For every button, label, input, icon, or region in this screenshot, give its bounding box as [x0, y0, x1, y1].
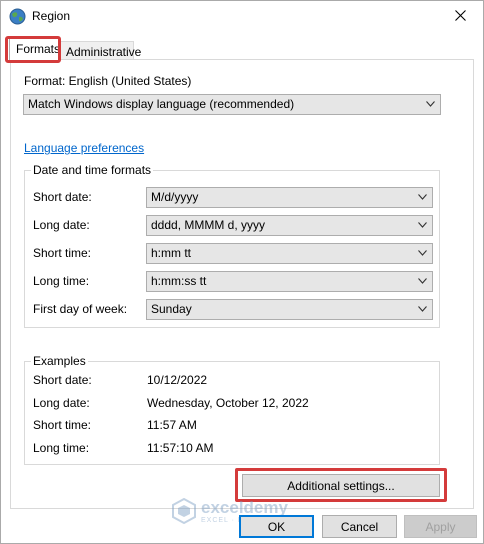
- format-dropdown-value: Match Windows display language (recommen…: [28, 97, 295, 111]
- globe-icon: [9, 8, 26, 25]
- long-time-value: h:mm:ss tt: [151, 274, 207, 288]
- apply-button[interactable]: Apply: [404, 515, 477, 538]
- format-dropdown[interactable]: Match Windows display language (recommen…: [23, 94, 441, 115]
- cancel-label: Cancel: [340, 520, 379, 534]
- long-date-dropdown[interactable]: dddd, MMMM d, yyyy: [146, 215, 433, 236]
- ok-button[interactable]: OK: [239, 515, 314, 538]
- short-time-dropdown[interactable]: h:mm tt: [146, 243, 433, 264]
- close-button[interactable]: [439, 1, 483, 31]
- apply-label: Apply: [425, 520, 456, 534]
- example-long-time-value: 11:57:10 AM: [147, 441, 214, 455]
- short-date-value: M/d/yyyy: [151, 190, 199, 204]
- example-short-date-label: Short date:: [33, 373, 92, 387]
- cancel-button[interactable]: Cancel: [322, 515, 397, 538]
- long-date-value: dddd, MMMM d, yyyy: [151, 218, 266, 232]
- chevron-down-icon: [418, 250, 427, 256]
- chevron-down-icon: [426, 101, 435, 107]
- short-time-label: Short time:: [33, 246, 92, 260]
- example-short-time-label: Short time:: [33, 418, 92, 432]
- window-title: Region: [32, 9, 71, 23]
- additional-settings-label: Additional settings...: [287, 479, 395, 493]
- example-long-date-value: Wednesday, October 12, 2022: [147, 396, 309, 410]
- format-label: Format: English (United States): [24, 74, 192, 88]
- date-time-formats-title: Date and time formats: [31, 163, 154, 177]
- example-long-time-label: Long time:: [33, 441, 90, 455]
- example-short-date-value: 10/12/2022: [147, 373, 208, 387]
- first-day-of-week-dropdown[interactable]: Sunday: [146, 299, 433, 320]
- first-day-of-week-label: First day of week:: [33, 302, 128, 316]
- tab-administrative-label: Administrative: [66, 45, 142, 59]
- region-dialog: Region Formats Administrative Format: En…: [0, 0, 484, 544]
- chevron-down-icon: [418, 222, 427, 228]
- short-time-value: h:mm tt: [151, 246, 192, 260]
- examples-title: Examples: [31, 354, 88, 368]
- long-date-label: Long date:: [33, 218, 90, 232]
- chevron-down-icon: [418, 306, 427, 312]
- long-time-dropdown[interactable]: h:mm:ss tt: [146, 271, 433, 292]
- first-day-of-week-value: Sunday: [151, 302, 192, 316]
- chevron-down-icon: [418, 278, 427, 284]
- example-long-date-label: Long date:: [33, 396, 90, 410]
- short-date-dropdown[interactable]: M/d/yyyy: [146, 187, 433, 208]
- short-date-label: Short date:: [33, 190, 92, 204]
- title-bar[interactable]: Region: [1, 1, 483, 33]
- additional-settings-button[interactable]: Additional settings...: [242, 474, 440, 497]
- example-short-time-value: 11:57 AM: [147, 418, 197, 432]
- long-time-label: Long time:: [33, 274, 90, 288]
- tab-formats-label: Formats: [16, 42, 61, 56]
- ok-label: OK: [267, 520, 286, 534]
- tab-formats[interactable]: Formats: [9, 38, 61, 63]
- close-icon: [455, 10, 466, 21]
- language-preferences-link[interactable]: Language preferences: [24, 141, 144, 155]
- chevron-down-icon: [418, 194, 427, 200]
